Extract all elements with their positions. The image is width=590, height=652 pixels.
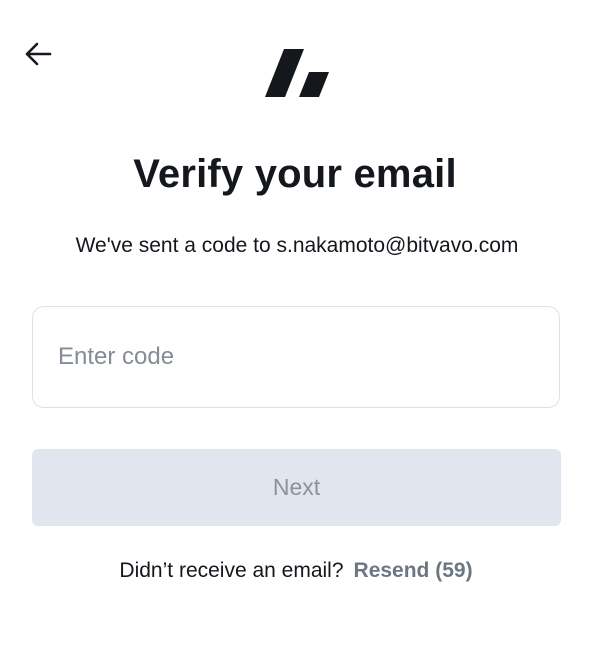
- page-title: Verify your email: [133, 152, 457, 196]
- email-address: s.nakamoto@bitvavo.com: [276, 234, 519, 257]
- code-sent-text: We've sent a code to: [75, 234, 277, 257]
- bitvavo-logo-icon: [265, 49, 329, 97]
- code-input[interactable]: [33, 307, 559, 407]
- back-button[interactable]: [22, 38, 54, 70]
- code-sent-message: We've sent a code to s.nakamoto@bitvavo.…: [0, 234, 590, 258]
- code-field[interactable]: [32, 306, 560, 408]
- resend-link[interactable]: Resend (59): [354, 559, 473, 582]
- resend-prompt: Didn’t receive an email?: [119, 559, 344, 582]
- arrow-left-icon: [25, 42, 52, 66]
- resend-row: Didn’t receive an email? Resend (59): [0, 559, 590, 583]
- next-button[interactable]: Next: [32, 449, 561, 526]
